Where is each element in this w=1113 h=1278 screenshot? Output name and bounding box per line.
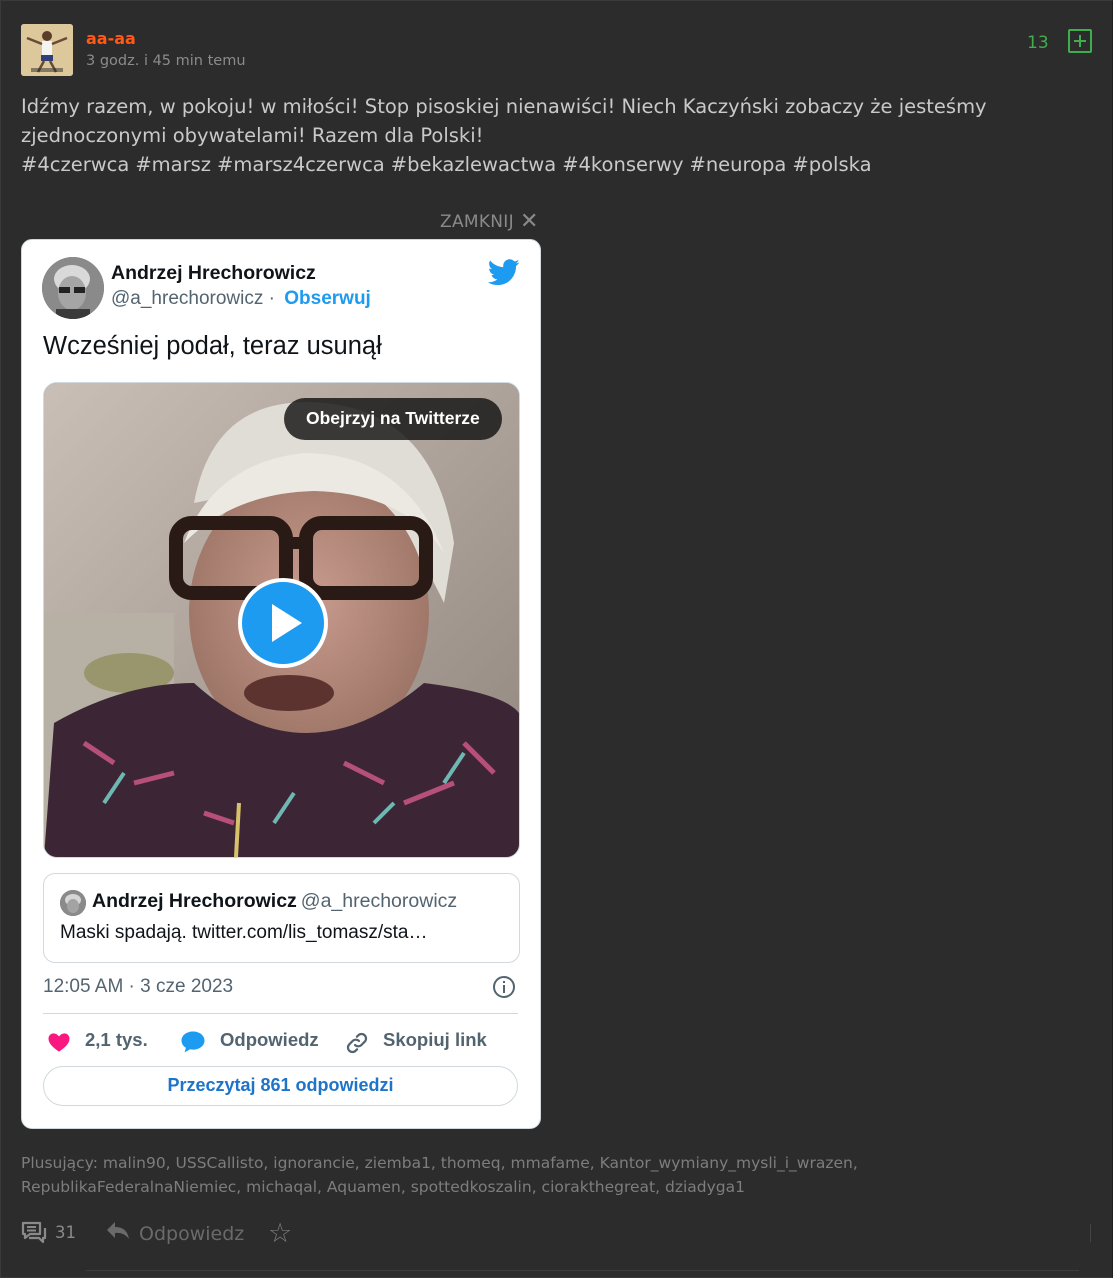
tag-link[interactable]: #4czerwca [21,153,129,176]
tag-list: #4czerwca #marsz #marsz4czerwca #bekazlewac… [21,150,1091,179]
tweet-date[interactable]: 12:05 AM · 3 cze 2023 [43,976,233,998]
like-button[interactable]: 2,1 tys. [47,1028,157,1054]
voters-list: Plusujący: malin90, USSCallisto, ignoran… [21,1151,1061,1199]
tag-link[interactable]: #marsz [135,153,211,176]
tag-link[interactable]: #polska [792,153,871,176]
divider [1090,1224,1091,1242]
timestamp[interactable]: 3 godz. i 45 min temu [86,53,246,69]
quoted-author-name: Andrzej Hrechorowicz [92,890,297,912]
quoted-tweet[interactable]: Andrzej Hrechorowicz @a_hrechorowicz Mask… [43,873,520,963]
upvote-plus-button[interactable] [1068,29,1092,53]
quoted-author-avatar [60,890,86,916]
comments-count[interactable]: 31 [55,1223,76,1242]
voters-names[interactable]: malin90, USSCallisto, ignorancie, ziemba… [21,1154,858,1196]
tweet-divider [43,1013,518,1014]
speech-bubble-icon [181,1031,205,1053]
tag-link[interactable]: #bekazlewactwa [391,153,556,176]
quoted-tweet-text: Maski spadają. twitter.com/lis_tomasz/st… [60,922,428,943]
avatar-image [21,24,73,76]
info-icon[interactable] [493,976,515,998]
user-avatar[interactable] [21,24,73,76]
play-icon[interactable] [238,578,328,668]
tweet-author-handle[interactable]: @a_hrechorowicz [111,288,263,309]
read-replies-button[interactable]: Przeczytaj 861 odpowiedzi [43,1066,518,1106]
vote-count: 13 [1027,33,1049,53]
entry-text-line: Idźmy razem, w pokoju! w miłości! Stop p… [21,95,987,118]
twitter-bird-icon[interactable] [488,259,520,286]
heart-icon [48,1033,70,1052]
follow-link[interactable]: Obserwuj [284,288,371,309]
tag-link[interactable]: #marsz4czerwca [217,153,385,176]
tweet-video[interactable]: Obejrzyj na Twitterze [43,382,520,858]
like-count: 2,1 tys. [85,1029,148,1050]
username[interactable]: aa-aa [86,29,136,48]
comments-icon[interactable] [21,1220,47,1246]
quoted-author-handle: @a_hrechorowicz [300,890,458,912]
entry-body: Idźmy razem, w pokoju! w miłości! Stop p… [21,92,1091,179]
tweet-author-avatar[interactable] [42,257,104,319]
close-icon: ✕ [519,209,539,234]
quoted-author-photo [60,890,86,916]
favorite-star-icon[interactable]: ☆ [268,1218,292,1249]
watch-on-twitter-button[interactable]: Obejrzyj na Twitterze [284,398,502,440]
reply-arrow-icon [107,1222,129,1239]
reply-label: Odpowiedz [220,1029,319,1050]
tweet-author-name[interactable]: Andrzej Hrechorowicz [111,262,316,285]
copy-link-label: Skopiuj link [383,1029,487,1050]
voters-label: Plusujący: [21,1154,98,1172]
copy-link-button[interactable]: Skopiuj link [345,1028,495,1054]
handle-separator: · [268,288,275,309]
reply-action[interactable]: Odpowiedz [105,1220,244,1246]
tweet-embed: Andrzej Hrechorowicz @a_hrechorowicz · O… [21,239,541,1129]
tag-link[interactable]: #neuropa [689,153,786,176]
bottom-divider [86,1270,1079,1271]
close-label: ZAMKNIJ [440,212,514,232]
reply-label: Odpowiedz [139,1223,245,1245]
tag-link[interactable]: #4konserwy [562,153,683,176]
tweet-text: Wcześniej podał, teraz usunął [43,332,382,360]
link-icon [346,1032,368,1054]
tweet-author-handle-row: @a_hrechorowicz · Obserwuj [111,288,371,310]
author-photo [42,257,104,319]
close-embed-button[interactable]: ZAMKNIJ ✕ [440,208,539,234]
entry-text-line: zjednoczonymi obywatelami! Razem dla Pol… [21,124,484,147]
reply-button[interactable]: Odpowiedz [180,1028,320,1054]
quoted-author-row: Andrzej Hrechorowicz @a_hrechorowicz [92,890,457,913]
